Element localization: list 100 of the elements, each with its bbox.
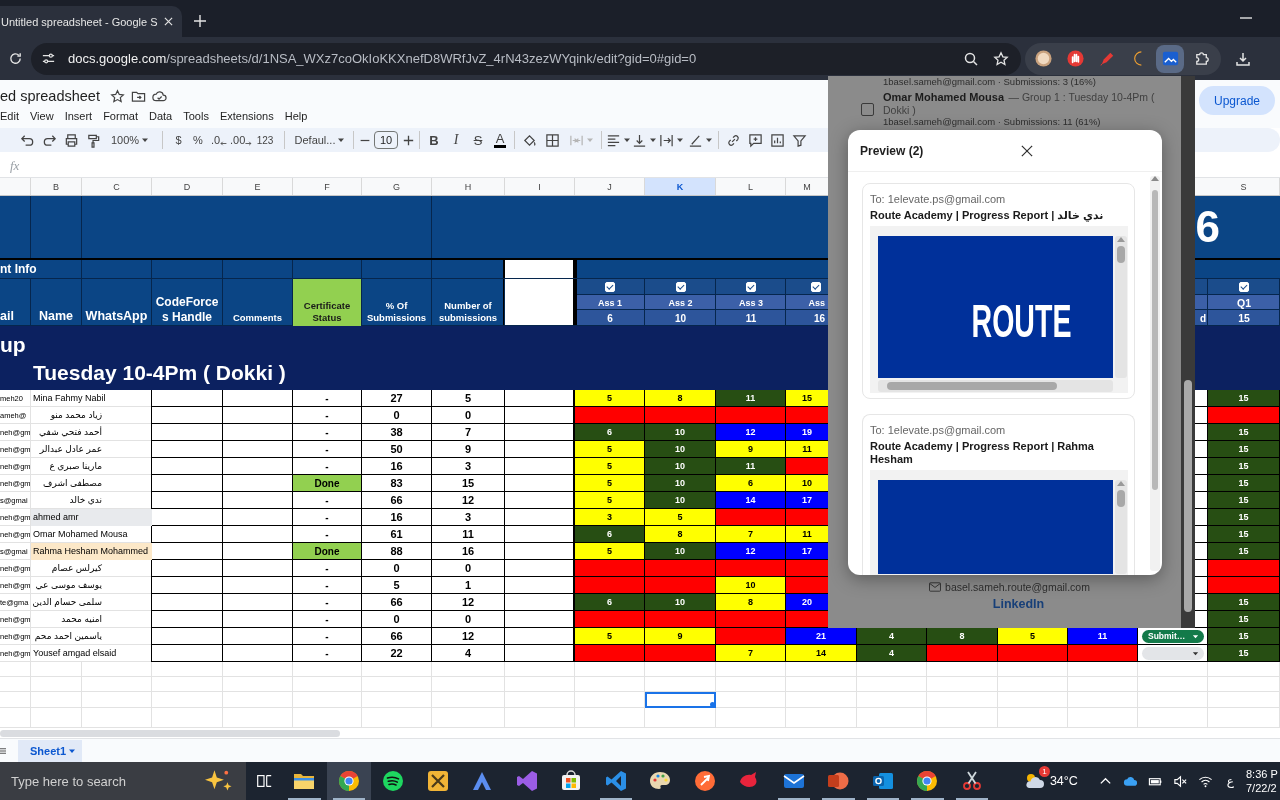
caret-icon[interactable] [704, 136, 713, 144]
column-header[interactable]: L [716, 178, 786, 195]
clock-time[interactable]: 8:36 P [1246, 767, 1280, 781]
scrollbar[interactable] [1115, 236, 1127, 378]
caret-icon[interactable] [1192, 649, 1199, 657]
column-header[interactable]: B [31, 178, 82, 195]
column-header[interactable]: I [505, 178, 575, 195]
strikethrough-button[interactable]: S [467, 129, 489, 151]
menu-item[interactable]: Help [284, 109, 308, 122]
arrow-right-icon[interactable] [245, 141, 252, 146]
speaker-muted-icon[interactable] [1172, 773, 1188, 789]
menu-item[interactable]: Extensions [219, 109, 274, 122]
italic-button[interactable]: I [445, 129, 467, 151]
zoom-dropdown[interactable]: 100% [104, 129, 156, 151]
name-cell-text: Yousef amgad elsaid [32, 647, 118, 660]
column-header[interactable]: F [293, 178, 362, 195]
checkbox[interactable] [861, 102, 874, 116]
taskbar-app[interactable] [326, 762, 371, 800]
score-cell: 5 [575, 628, 645, 645]
menu-item[interactable]: View [29, 109, 54, 122]
column-header[interactable]: K [645, 178, 716, 195]
scrollbar[interactable] [878, 380, 1113, 392]
plus-icon[interactable] [194, 15, 206, 27]
column-header[interactable]: C [82, 178, 152, 195]
wrap-text-icon[interactable] [658, 132, 674, 148]
score-cell: 5 [575, 458, 645, 475]
certificate-cell: Done [293, 475, 362, 492]
assignment-name: Ass 3 [739, 297, 763, 308]
font-size-field[interactable]: 10 [374, 131, 398, 149]
scrollbar[interactable] [1181, 76, 1195, 628]
caret-icon[interactable] [675, 136, 684, 144]
currency-button[interactable]: $ [169, 129, 188, 151]
column-header[interactable]: S [1208, 178, 1280, 195]
scrollbar[interactable] [1115, 480, 1127, 574]
menu-item[interactable]: Insert [64, 109, 93, 122]
browser-tab[interactable]: Untitled spreadsheet - Google S [0, 6, 182, 37]
column-header[interactable]: H [432, 178, 505, 195]
arrow-to-bottom-icon[interactable] [631, 132, 647, 148]
score-cell: 5 [575, 492, 645, 509]
document-title[interactable]: ed spreadsheet [0, 88, 100, 104]
name-cell-text: ندي خالد [68, 494, 103, 507]
magnifier-icon[interactable] [963, 50, 979, 67]
menu-item[interactable]: Data [149, 109, 173, 122]
menu-item[interactable]: Edit [0, 109, 19, 122]
tools-icon[interactable] [425, 769, 450, 793]
task-view-icon[interactable] [255, 772, 273, 790]
star-icon[interactable] [109, 88, 125, 104]
column-header[interactable]: E [223, 178, 293, 195]
increase-decimals-button[interactable]: .00 [230, 129, 252, 151]
decrease-decimals-button[interactable]: .0 [208, 129, 230, 151]
scrollbar[interactable] [0, 729, 340, 737]
menu-item[interactable]: Format [103, 109, 138, 122]
number-format-button[interactable]: 123 [252, 129, 278, 151]
menu-icon[interactable] [0, 745, 6, 756]
column-header[interactable]: D [152, 178, 223, 195]
address-field[interactable]: docs.google.com/spreadsheets/d/1NSA_WXz7coOkIoKKXnefD8WRfJvZ_4rN43zezWYqink/edit?gid=0#gid=0 [31, 42, 1021, 75]
caret-icon[interactable] [1192, 632, 1199, 640]
input-language[interactable]: ع [1226, 774, 1234, 788]
wheel-icon[interactable] [336, 769, 361, 793]
arrow-left-icon[interactable] [220, 141, 228, 146]
percent-button[interactable]: % [188, 129, 208, 151]
caret-icon[interactable] [648, 136, 657, 144]
status-dropdown[interactable]: Submit… [1142, 629, 1204, 643]
upgrade-button[interactable]: Upgrade [1199, 86, 1275, 115]
text-color-button[interactable]: A [489, 129, 511, 151]
name-cell-text: امنيه محمد [60, 613, 103, 626]
ribbon-icon[interactable] [514, 769, 539, 793]
cloud-check-icon[interactable] [151, 88, 167, 104]
stop-hand-icon[interactable] [1066, 49, 1085, 68]
reload-icon[interactable] [8, 51, 23, 66]
align-left-icon[interactable] [605, 132, 621, 148]
caret-icon[interactable] [337, 136, 346, 144]
selected-cell[interactable] [645, 692, 716, 708]
menu-item[interactable]: Tools [183, 109, 209, 122]
avatar-icon[interactable] [1034, 49, 1054, 68]
search-field[interactable]: Type here to search [0, 762, 246, 800]
caret-icon[interactable] [622, 136, 631, 144]
column-header[interactable]: M [786, 178, 828, 195]
name-cell: Rahma Hesham Mohammed [31, 543, 152, 560]
extension-button[interactable] [1156, 44, 1185, 73]
wheel-icon[interactable] [915, 769, 940, 793]
picture-icon[interactable] [1160, 49, 1180, 68]
close-icon[interactable] [1021, 144, 1034, 157]
download-icon[interactable] [1235, 50, 1251, 67]
sound-waves-icon[interactable] [381, 769, 406, 793]
caret-icon[interactable] [141, 136, 150, 144]
font-dropdown[interactable]: Defaul... [291, 129, 349, 151]
score-cell: 11 [786, 526, 828, 543]
column-header[interactable]: G [362, 178, 432, 195]
scrollbar[interactable] [1150, 176, 1160, 571]
sheet-tab[interactable]: Sheet1 [18, 739, 83, 762]
max-score: 16 [813, 312, 825, 324]
rocket-icon[interactable] [692, 769, 717, 793]
sliders-icon[interactable] [41, 51, 56, 66]
score-cell: 10 [645, 458, 716, 475]
clock-date[interactable]: 7/22/2 [1246, 781, 1280, 795]
score-cell: 15 [1208, 475, 1280, 492]
folded-ribbon-icon[interactable] [603, 769, 628, 793]
bold-button[interactable]: B [423, 129, 445, 151]
temperature[interactable]: 34°C [1049, 774, 1078, 788]
